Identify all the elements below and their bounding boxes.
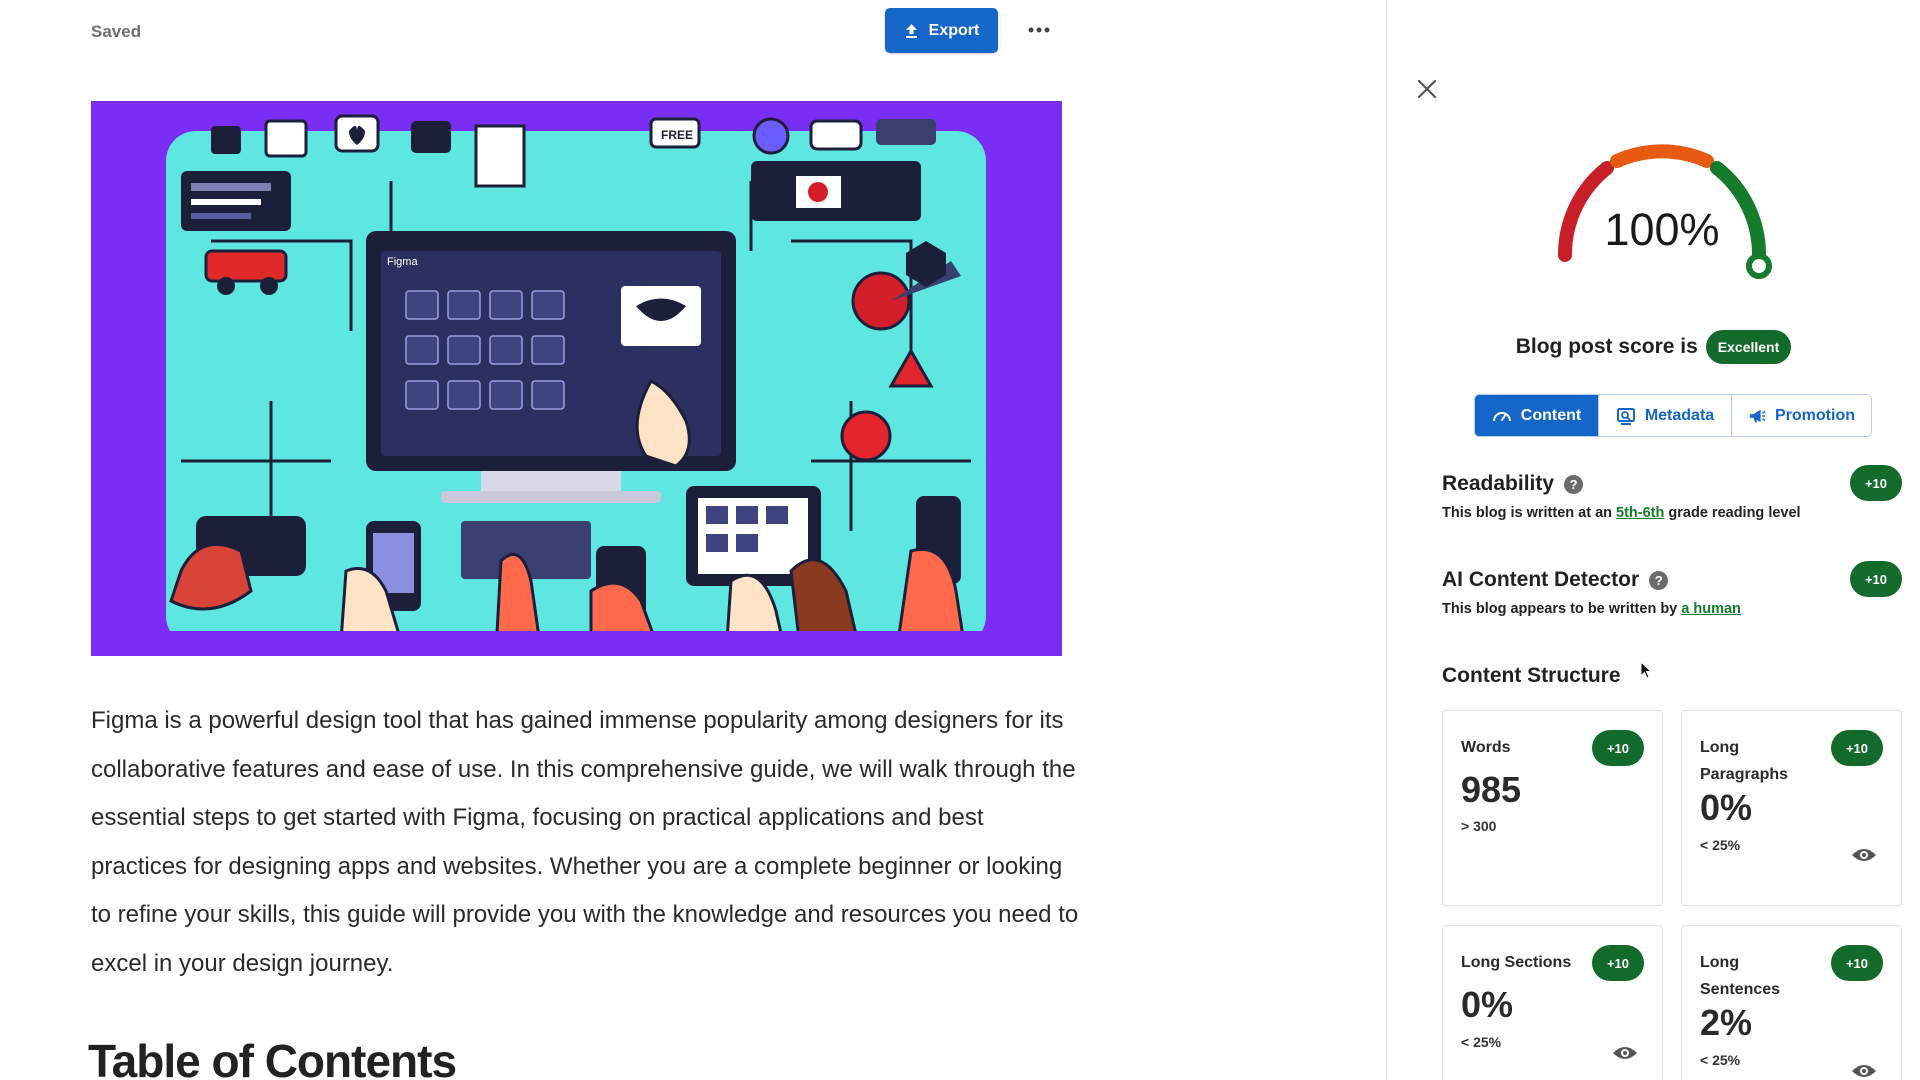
ai-detector-title: AI Content Detector ? <box>1442 568 1669 592</box>
tab-content-label: Content <box>1520 406 1582 424</box>
tab-promotion[interactable]: Promotion <box>1732 395 1871 436</box>
export-button[interactable]: Export <box>885 8 998 53</box>
hero-caption: Figma <box>387 256 418 268</box>
content-structure-title: Content Structure <box>1442 664 1621 688</box>
ai-detector-label: AI Content Detector <box>1442 568 1640 591</box>
more-options-button[interactable] <box>1025 16 1053 44</box>
ai-detector-description: This blog appears to be written by a hum… <box>1442 601 1741 617</box>
eye-icon[interactable] <box>1612 1044 1638 1062</box>
readability-points-badge: +10 <box>1850 465 1902 501</box>
readability-title: Readability ? <box>1442 472 1584 496</box>
svg-text:FREE: FREE <box>661 128 693 142</box>
metric-value: 985 <box>1461 769 1522 810</box>
metric-card-long-paragraphs: Long Paragraphs +10 0% < 25% <box>1681 710 1902 906</box>
score-badge: Excellent <box>1705 330 1792 364</box>
gauge-indicator <box>1746 253 1772 279</box>
upload-icon <box>905 23 917 38</box>
readability-desc-suffix: grade reading level <box>1668 505 1801 521</box>
metric-threshold: < 25% <box>1461 1034 1502 1050</box>
ai-desc-prefix: This blog appears to be written by <box>1442 601 1678 617</box>
eye-icon[interactable] <box>1851 1062 1877 1080</box>
tab-content[interactable]: Content <box>1475 395 1599 436</box>
seo-score-panel: 100% Blog post score is Excellent Conten… <box>1387 0 1920 1080</box>
design-tools-illustration: FREE Figma <box>91 101 1062 656</box>
readability-label: Readability <box>1442 472 1555 495</box>
editor-pane: Saved Export FREE Figma Figma is a power… <box>0 0 1386 1080</box>
mouse-cursor-icon <box>1640 661 1652 679</box>
eye-icon[interactable] <box>1851 846 1877 864</box>
section-heading: Table of Contents <box>88 1035 457 1080</box>
help-icon[interactable]: ? <box>1649 570 1669 590</box>
metric-points-badge: +10 <box>1592 945 1644 981</box>
intro-paragraph: Figma is a powerful design tool that has… <box>91 707 1079 977</box>
gauge-icon <box>1492 411 1511 421</box>
metric-label: Words <box>1461 739 1511 756</box>
metric-label: Long Sentences <box>1700 954 1781 998</box>
metric-card-long-sections: Long Sections +10 0% < 25% <box>1442 925 1663 1080</box>
close-icon[interactable] <box>1416 78 1438 100</box>
metric-value: 0% <box>1461 984 1514 1025</box>
megaphone-icon <box>1749 409 1766 422</box>
tab-promotion-label: Promotion <box>1775 406 1855 424</box>
readability-description: This blog is written at an 5th-6th grade… <box>1442 505 1801 521</box>
metric-threshold: < 25% <box>1700 1052 1741 1068</box>
export-label: Export <box>928 21 980 39</box>
more-horizontal-icon <box>1028 27 1050 33</box>
tab-metadata[interactable]: Metadata <box>1599 395 1732 436</box>
tab-metadata-label: Metadata <box>1644 406 1715 424</box>
grade-level-link[interactable]: 5th-6th <box>1616 505 1664 521</box>
metadata-icon <box>1616 407 1635 425</box>
metric-value: 2% <box>1700 1002 1753 1043</box>
metric-value: 0% <box>1700 787 1753 828</box>
content-structure-label: Content Structure <box>1442 664 1621 687</box>
gauge-value: 100% <box>1604 204 1720 255</box>
metric-points-badge: +10 <box>1831 945 1883 981</box>
metric-points-badge: +10 <box>1592 730 1644 766</box>
save-status: Saved <box>91 22 142 41</box>
metric-threshold: > 300 <box>1461 818 1497 834</box>
metric-points-badge: +10 <box>1831 730 1883 766</box>
score-summary: Blog post score is Excellent <box>1387 330 1920 364</box>
score-label: Blog post score is <box>1515 335 1698 358</box>
hero-illustration: FREE Figma <box>91 101 1062 656</box>
readability-desc-prefix: This blog is written at an <box>1442 505 1612 521</box>
metric-threshold: < 25% <box>1700 837 1741 853</box>
metric-label: Long Paragraphs <box>1700 739 1789 783</box>
metric-label: Long Sections <box>1461 954 1572 971</box>
metric-card-words: Words +10 985 > 300 <box>1442 710 1663 906</box>
metric-card-long-sentences: Long Sentences +10 2% < 25% <box>1681 925 1902 1080</box>
help-icon[interactable]: ? <box>1564 474 1584 494</box>
panel-tabs: Content Metadata Promotion <box>1474 394 1872 437</box>
human-author-link[interactable]: a human <box>1681 601 1741 617</box>
ai-detector-points-badge: +10 <box>1850 561 1902 597</box>
